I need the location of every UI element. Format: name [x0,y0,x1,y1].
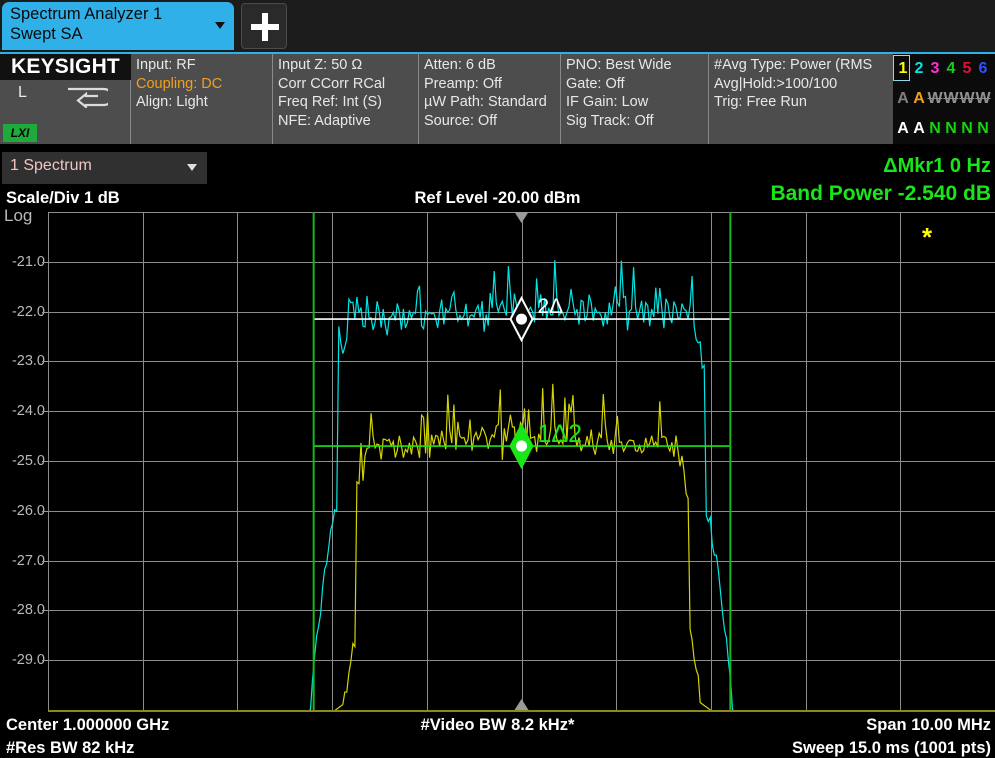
y-axis-tick-label: -22.0 [11,303,45,320]
trace-5-cell-row1[interactable]: 5 [959,54,975,83]
trace-status-grid[interactable]: 123456AAWWWWAANNNN [893,54,995,144]
chevron-down-icon[interactable] [215,22,225,29]
status-preamp: Preamp: Off [424,75,502,92]
status-uw-path: µW Path: Standard [424,94,547,110]
spectrum-window-selector[interactable]: 1 Spectrum [2,152,207,184]
y-axis-tick-label: -27.0 [11,552,45,569]
spectrum-window-label: 1 Spectrum [10,157,92,174]
tab-spectrum-analyzer-1[interactable]: Spectrum Analyzer 1 Swept SA [2,2,234,50]
y-axis-tick-label: -25.0 [11,453,45,469]
marker-2-center-dot [516,313,527,325]
remote-arrow-icon [68,87,108,108]
status-gate: Gate: Off [566,75,625,92]
trace-1-cell-row2[interactable]: A [895,84,911,113]
y-axis-tick-label: -24.0 [11,403,45,420]
spectrum-graticule[interactable]: 2Δ 1Δ2 * [48,212,995,710]
status-pno: PNO: Best Wide [566,57,672,73]
status-column-atten: Atten: 6 dB Preamp: Off µW Path: Standar… [419,54,561,144]
sweep-label: Sweep 15.0 ms (1001 pts) [791,739,991,757]
bottom-divider [48,710,995,712]
status-atten: Atten: 6 dB [424,57,496,73]
band-power-readout: Band Power -2.540 dB [770,182,991,205]
chevron-down-icon-spectrum[interactable] [187,164,197,171]
status-corr: Corr CCorr RCal [278,75,386,92]
delta-marker-readout: ΔMkr1 0 Hz [883,155,991,177]
trace-5-cell-row2[interactable]: W [959,84,975,113]
status-freq-ref: Freq Ref: Int (S) [278,94,382,110]
status-avg-type: #Avg Type: Power (RMS [714,57,873,73]
status-column-average: #Avg Type: Power (RMS Avg|Hold:>100/100 … [709,54,893,144]
trace-4-cell-row2[interactable]: W [943,84,959,113]
trace-3-cell-row3[interactable]: N [927,114,943,143]
status-coupling: Coupling: DC [136,75,223,92]
trace-2-cell-row2[interactable]: A [911,84,927,113]
tab-title-line1: Spectrum Analyzer 1 [10,5,163,23]
y-axis-labels: -21.0 -22.0 -23.0 -24.0 -25.0 -26.0 -27.0 -28.0… [0,212,48,710]
trace-6-cell-row1[interactable]: 6 [975,54,991,83]
keysight-logo-block: KEYSIGHT L LXI [0,54,131,144]
y-axis-tick-label: -29.0 [11,652,45,669]
status-input: Input: RF [136,57,196,73]
status-sig-track: Sig Track: Off [566,112,654,129]
marker-1-delta-2-label: 1Δ2 [537,420,583,449]
spectrum-plot [48,212,995,710]
trace-4-cell-row3[interactable]: N [943,114,959,143]
status-if-gain: IF Gain: Low [566,94,649,110]
plus-icon-vertical [262,13,268,41]
status-avg-hold: Avg|Hold:>100/100 [714,75,838,92]
tab-title-line2: Swept SA [10,25,83,43]
marker-1-center-dot [516,440,527,452]
status-input-z: Input Z: 50 Ω [278,57,363,73]
trace-3-cell-row1[interactable]: 3 [927,54,943,83]
trace-3-cell-row2[interactable]: W [927,84,943,113]
video-bw-label: #Video BW 8.2 kHz* [420,716,575,734]
selected-trace-highlight [893,55,910,81]
trace-2-cell-row3[interactable]: A [911,114,927,143]
trace-6-cell-row3[interactable]: N [975,114,991,143]
brand-label: KEYSIGHT [0,54,131,80]
trace-status-row-3: AANNNN [893,114,995,143]
trace-6-cell-row2[interactable]: W [975,84,991,113]
status-column-impedance: Input Z: 50 Ω Corr CCorr RCal Freq Ref: … [273,54,419,144]
trace-1-cell-row3[interactable]: A [895,114,911,143]
status-align: Align: Light [136,94,208,110]
tab-bar: Spectrum Analyzer 1 Swept SA [0,0,995,52]
status-column-input: Input: RF Coupling: DC Align: Light [131,54,273,144]
trace-status-row-2: AAWWWW [893,84,995,113]
span-label: Span 10.00 MHz [866,716,991,734]
status-bar: KEYSIGHT L LXI Input: RF Coupling: DC Al… [0,52,995,144]
trace-status-row-1: 123456 [893,54,995,83]
marker-2-delta-label: 2Δ [537,295,564,319]
y-axis-tick-label: -21.0 [11,253,45,270]
trace-4-cell-row1[interactable]: 4 [943,54,959,83]
y-axis-tick-label: -23.0 [11,353,45,370]
res-bw-label: #Res BW 82 kHz [6,739,135,757]
y-axis-tick-label: -26.0 [11,502,45,519]
trace-2-cell-row1[interactable]: 2 [911,54,927,83]
lxi-badge: LXI [3,124,37,142]
status-source: Source: Off [424,112,498,129]
trace-5-cell-row3[interactable]: N [959,114,975,143]
status-column-pno: PNO: Best Wide Gate: Off IF Gain: Low Si… [561,54,709,144]
y-axis-tick-label: -28.0 [11,602,45,619]
status-nfe: NFE: Adaptive [278,112,371,129]
asterisk-indicator: * [922,222,933,252]
spectrum-analyzer-window: Spectrum Analyzer 1 Swept SA KEYSIGHT L … [0,0,995,758]
license-indicator: L [18,84,27,101]
status-trigger: Trig: Free Run [714,94,807,110]
add-tab-button[interactable] [241,3,287,49]
